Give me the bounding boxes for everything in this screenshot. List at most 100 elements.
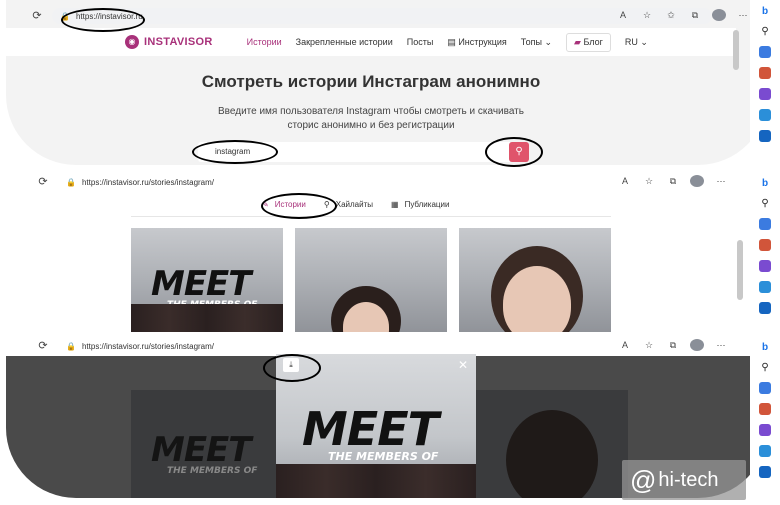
- collections-icon[interactable]: ⧉: [666, 340, 680, 351]
- highlight-oval-download: [263, 354, 321, 382]
- favorites-add-icon[interactable]: ☆: [642, 340, 656, 351]
- close-button[interactable]: ✕: [458, 358, 468, 372]
- search-icon[interactable]: ⚲: [761, 362, 768, 373]
- search-icon[interactable]: ⚲: [761, 26, 768, 37]
- camera-icon: ◉: [125, 35, 139, 49]
- tag-icon[interactable]: [759, 46, 771, 58]
- bing-icon[interactable]: b: [762, 178, 768, 189]
- screenshot-collage: ⟳ 🔒 https://instavisor.ru A ☆ ✩ ⧉ ⋯ ◉ IN…: [0, 0, 780, 505]
- address-bar-url: https://instavisor.ru/stories/instagram/: [81, 177, 215, 187]
- browser-tools: A ☆ ⧉ ⋯: [618, 175, 728, 187]
- address-bar-url: https://instavisor.ru/stories/instagram/: [81, 341, 215, 351]
- story-viewer-people: [276, 464, 476, 498]
- nav-stories[interactable]: Истории: [247, 37, 282, 47]
- story-viewer-members: THE MEMBERS OF: [328, 450, 439, 463]
- nav-blog[interactable]: ▰ Блог: [566, 32, 611, 52]
- story-card-members: THE MEMBERS OF: [167, 466, 258, 476]
- tag-icon[interactable]: [759, 218, 771, 230]
- outlook-icon[interactable]: [759, 302, 771, 314]
- read-aloud-icon[interactable]: A: [616, 10, 630, 20]
- address-bar[interactable]: 🔒 https://instavisor.ru/stories/instagra…: [58, 338, 618, 354]
- shopping-icon[interactable]: [759, 403, 771, 415]
- highlight-oval-search: [192, 140, 278, 164]
- nav-instructions[interactable]: ▤ Инструкция: [447, 37, 506, 48]
- read-aloud-icon[interactable]: A: [618, 176, 632, 186]
- highlight-oval-stories-tab: [261, 193, 337, 219]
- nav-pinned-stories[interactable]: Закрепленные истории: [296, 37, 393, 47]
- page-subtitle: Введите имя пользователя Instagram чтобы…: [218, 106, 524, 131]
- tab-posts[interactable]: ▦ Публикации: [391, 200, 449, 209]
- edge-sidebar: b ⚲: [750, 336, 780, 505]
- more-icon[interactable]: ⋯: [714, 176, 728, 187]
- chevron-down-icon: ⌄: [544, 36, 553, 47]
- chevron-down-icon: ⌄: [640, 36, 648, 47]
- edge-sidebar: b ⚲: [750, 172, 780, 332]
- collections-icon[interactable]: ⧉: [688, 10, 702, 21]
- reload-icon[interactable]: ⟳: [30, 9, 44, 23]
- document-icon: ▤: [447, 36, 459, 47]
- reload-icon[interactable]: ⟳: [36, 175, 50, 189]
- story-card-people: [131, 304, 283, 332]
- edge-sidebar: b ⚲: [750, 0, 780, 170]
- logo-text: INSTAVISOR: [144, 36, 213, 48]
- m365-icon[interactable]: [759, 445, 771, 457]
- story-viewer-meet: MEET: [302, 402, 439, 456]
- watermark-at: @: [630, 464, 657, 495]
- games-icon[interactable]: [759, 260, 771, 272]
- highlight-oval-search-button: [485, 137, 543, 167]
- browser-tools: A ☆ ✩ ⧉ ⋯: [616, 9, 750, 21]
- nav-posts[interactable]: Посты: [407, 37, 434, 47]
- profile-avatar[interactable]: [712, 9, 726, 21]
- shopping-icon[interactable]: [759, 239, 771, 251]
- story-card-person: [506, 410, 598, 498]
- profile-avatar[interactable]: [690, 175, 704, 187]
- watermark-text: hi-tech: [658, 468, 719, 491]
- close-icon: ✕: [458, 358, 469, 372]
- search-icon[interactable]: ⚲: [761, 198, 768, 209]
- nav-tops[interactable]: Топы ⌄: [521, 37, 552, 48]
- story-card[interactable]: MEET THE MEMBERS OF: [131, 228, 283, 332]
- tag-icon[interactable]: [759, 382, 771, 394]
- stories-panel: ⟳ 🔒 https://instavisor.ru/stories/instag…: [6, 170, 768, 332]
- story-card-meet: MEET: [151, 264, 251, 304]
- page-title: Смотреть истории Инстаграм анонимно: [201, 72, 541, 91]
- more-icon[interactable]: ⋯: [714, 340, 728, 351]
- grid-icon: ▦: [391, 200, 399, 209]
- outlook-icon[interactable]: [759, 130, 771, 142]
- highlight-oval-url: [61, 8, 145, 32]
- favorites-add-icon[interactable]: ☆: [640, 10, 654, 21]
- scrollbar[interactable]: [733, 30, 739, 70]
- reload-icon[interactable]: ⟳: [36, 339, 50, 353]
- story-card-meet: MEET: [151, 430, 251, 470]
- story-card[interactable]: [295, 228, 447, 332]
- bing-icon[interactable]: b: [762, 6, 768, 17]
- outlook-icon[interactable]: [759, 466, 771, 478]
- browser-tools: A ☆ ⧉ ⋯: [618, 339, 728, 351]
- address-bar[interactable]: 🔒 https://instavisor.ru/stories/instagra…: [58, 174, 698, 190]
- collections-icon[interactable]: ⧉: [666, 176, 680, 187]
- more-icon[interactable]: ⋯: [736, 10, 750, 21]
- tabs-divider: [131, 216, 611, 217]
- story-card-face: [503, 266, 571, 332]
- read-aloud-icon[interactable]: A: [618, 340, 632, 350]
- lock-icon: 🔒: [66, 177, 76, 187]
- logo[interactable]: ◉ INSTAVISOR: [125, 35, 213, 49]
- profile-avatar[interactable]: [690, 339, 704, 351]
- m365-icon[interactable]: [759, 281, 771, 293]
- games-icon[interactable]: [759, 88, 771, 100]
- lock-icon: 🔒: [66, 341, 76, 351]
- story-card-dimmed: MEET THE MEMBERS OF: [131, 390, 283, 498]
- watermark: @ hi-tech: [622, 460, 746, 500]
- story-card[interactable]: [459, 228, 611, 332]
- language-select[interactable]: RU ⌄: [625, 37, 648, 48]
- story-card-dimmed: [476, 390, 628, 498]
- favorites-add-icon[interactable]: ☆: [642, 176, 656, 187]
- site-nav: ◉ INSTAVISOR Истории Закрепленные истори…: [6, 28, 736, 56]
- favorites-icon[interactable]: ✩: [664, 10, 678, 21]
- m365-icon[interactable]: [759, 109, 771, 121]
- address-bar[interactable]: 🔒 https://instavisor.ru: [52, 8, 712, 24]
- games-icon[interactable]: [759, 424, 771, 436]
- shopping-icon[interactable]: [759, 67, 771, 79]
- scrollbar[interactable]: [737, 240, 743, 300]
- bing-icon[interactable]: b: [762, 342, 768, 353]
